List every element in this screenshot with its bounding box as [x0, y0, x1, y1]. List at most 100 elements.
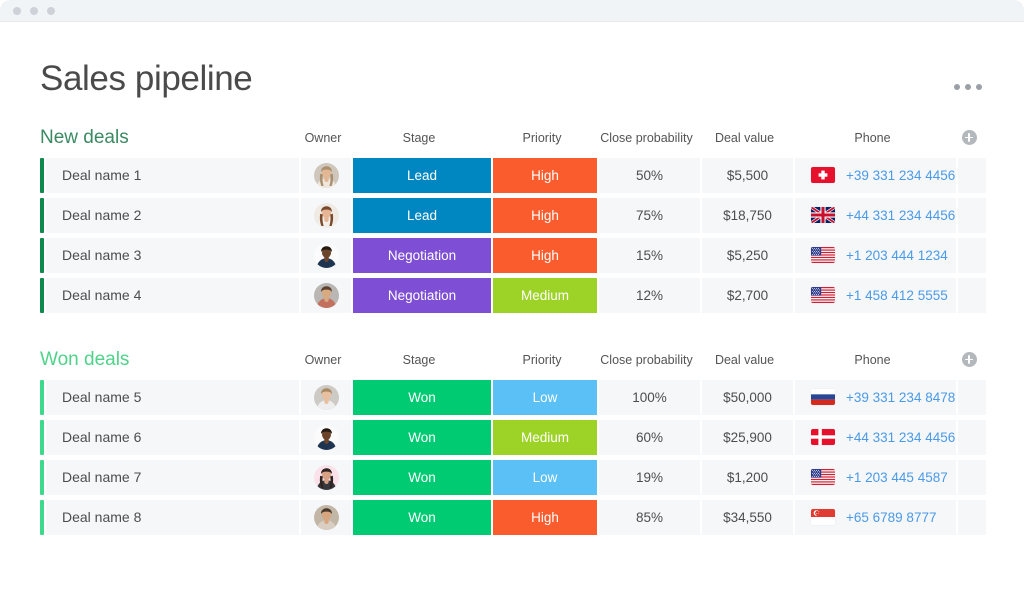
- cell-owner[interactable]: [301, 419, 351, 455]
- cell-phone[interactable]: +39 331 234 8478: [795, 379, 956, 415]
- avatar: [313, 202, 339, 228]
- cell-deal-name[interactable]: Deal name 2: [46, 197, 299, 233]
- maximize-icon[interactable]: [47, 6, 55, 15]
- cell-close-probability[interactable]: 100%: [599, 379, 700, 415]
- cell-owner[interactable]: [301, 379, 351, 415]
- cell-row-end-spacer: [958, 277, 986, 313]
- phone-number-link[interactable]: +1 203 444 1234: [846, 248, 948, 263]
- row-accent-bar: [40, 157, 44, 193]
- cell-deal-value[interactable]: $18,750: [702, 197, 793, 233]
- phone-number-link[interactable]: +44 331 234 4456: [846, 208, 955, 223]
- cell-deal-value[interactable]: $25,900: [702, 419, 793, 455]
- table-row[interactable]: Deal name 2 Lead High 75% $18,750 +44 331 234…: [40, 197, 986, 233]
- column-headers: Owner Stage Priority Close probability Deal …: [297, 130, 984, 145]
- cell-priority[interactable]: High: [493, 157, 597, 193]
- add-column-button[interactable]: [954, 352, 984, 367]
- close-icon[interactable]: [13, 6, 21, 15]
- cell-phone[interactable]: +1 203 444 1234: [795, 237, 956, 273]
- cell-deal-name[interactable]: Deal name 4: [46, 277, 299, 313]
- cell-stage[interactable]: Negotiation: [353, 237, 491, 273]
- cell-priority[interactable]: Low: [493, 459, 597, 495]
- cell-phone[interactable]: +1 203 445 4587: [795, 459, 956, 495]
- cell-phone[interactable]: +39 331 234 4456: [795, 157, 956, 193]
- column-header-stage: Stage: [402, 130, 436, 145]
- cell-stage[interactable]: Won: [353, 379, 491, 415]
- cell-stage[interactable]: Negotiation: [353, 277, 491, 313]
- united-kingdom-flag: [811, 207, 835, 223]
- cell-priority[interactable]: High: [493, 237, 597, 273]
- table-row[interactable]: Deal name 1 Lead High 50% $5,500 +39 331 234 …: [40, 157, 986, 193]
- cell-deal-value[interactable]: $5,500: [702, 157, 793, 193]
- plus-icon: [961, 352, 977, 367]
- cell-deal-value[interactable]: $2,700: [702, 277, 793, 313]
- cell-stage[interactable]: Won: [353, 419, 491, 455]
- column-header-owner: Owner: [304, 352, 342, 367]
- cell-owner[interactable]: [301, 277, 351, 313]
- phone-number-link[interactable]: +39 331 234 4456: [846, 168, 955, 183]
- cell-stage[interactable]: Lead: [353, 197, 491, 233]
- cell-phone[interactable]: +1 458 412 5555: [795, 277, 956, 313]
- row-accent-bar: [40, 499, 44, 535]
- cell-owner[interactable]: [301, 197, 351, 233]
- add-column-button[interactable]: [954, 130, 984, 145]
- cell-phone[interactable]: +44 331 234 4456: [795, 197, 956, 233]
- table-row[interactable]: Deal name 3 Negotiation High 15% $5,250 +1 20…: [40, 237, 986, 273]
- cell-deal-name[interactable]: Deal name 5: [46, 379, 299, 415]
- window-titlebar: [0, 0, 1024, 22]
- cell-phone[interactable]: +44 331 234 4456: [795, 419, 956, 455]
- cell-priority[interactable]: High: [493, 197, 597, 233]
- cell-priority[interactable]: Medium: [493, 419, 597, 455]
- section-title[interactable]: Won deals: [40, 349, 129, 371]
- table-row[interactable]: Deal name 5 Won Low 100% $50,000 +39 331 234 …: [40, 379, 986, 415]
- united-states-flag: [811, 247, 835, 263]
- section-rows: Deal name 5 Won Low 100% $50,000 +39 331 234 …: [40, 379, 986, 535]
- cell-row-end-spacer: [958, 499, 986, 535]
- cell-close-probability[interactable]: 12%: [599, 277, 700, 313]
- cell-stage[interactable]: Won: [353, 499, 491, 535]
- cell-deal-value[interactable]: $5,250: [702, 237, 793, 273]
- table-row[interactable]: Deal name 4 Negotiation Medium 12% $2,700 +1 …: [40, 277, 986, 313]
- cell-close-probability[interactable]: 19%: [599, 459, 700, 495]
- phone-number-link[interactable]: +44 331 234 4456: [846, 430, 955, 445]
- cell-priority[interactable]: Low: [493, 379, 597, 415]
- minimize-icon[interactable]: [30, 6, 38, 15]
- cell-deal-name[interactable]: Deal name 1: [46, 157, 299, 193]
- cell-stage[interactable]: Won: [353, 459, 491, 495]
- phone-number-link[interactable]: +1 203 445 4587: [846, 470, 948, 485]
- cell-stage[interactable]: Lead: [353, 157, 491, 193]
- cell-owner[interactable]: [301, 157, 351, 193]
- row-accent-bar: [40, 237, 44, 273]
- cell-close-probability[interactable]: 75%: [599, 197, 700, 233]
- cell-deal-value[interactable]: $34,550: [702, 499, 793, 535]
- cell-priority[interactable]: High: [493, 499, 597, 535]
- table-row[interactable]: Deal name 7 Won Low 19% $1,200 +1 203 445 458…: [40, 459, 986, 495]
- more-options-button[interactable]: [950, 80, 986, 94]
- phone-number-link[interactable]: +65 6789 8777: [846, 510, 936, 525]
- cell-close-probability[interactable]: 50%: [599, 157, 700, 193]
- cell-owner[interactable]: [301, 499, 351, 535]
- cell-deal-name[interactable]: Deal name 7: [46, 459, 299, 495]
- cell-deal-value[interactable]: $50,000: [702, 379, 793, 415]
- cell-owner[interactable]: [301, 237, 351, 273]
- table-row[interactable]: Deal name 6 Won Medium 60% $25,900 +44 331 23…: [40, 419, 986, 455]
- section-title[interactable]: New deals: [40, 127, 129, 149]
- cell-deal-name[interactable]: Deal name 6: [46, 419, 299, 455]
- column-header-owner: Owner: [304, 130, 342, 145]
- phone-number-link[interactable]: +39 331 234 8478: [846, 390, 955, 405]
- table-row[interactable]: Deal name 8 Won High 85% $34,550 +65 6789 877…: [40, 499, 986, 535]
- column-header-priority: Priority: [522, 352, 562, 367]
- cell-close-probability[interactable]: 85%: [599, 499, 700, 535]
- cell-priority[interactable]: Medium: [493, 277, 597, 313]
- cell-close-probability[interactable]: 15%: [599, 237, 700, 273]
- column-header-priority: Priority: [522, 130, 562, 145]
- cell-deal-value[interactable]: $1,200: [702, 459, 793, 495]
- phone-number-link[interactable]: +1 458 412 5555: [846, 288, 948, 303]
- cell-owner[interactable]: [301, 459, 351, 495]
- cell-phone[interactable]: +65 6789 8777: [795, 499, 956, 535]
- cell-close-probability[interactable]: 60%: [599, 419, 700, 455]
- cell-deal-name[interactable]: Deal name 8: [46, 499, 299, 535]
- cell-deal-name[interactable]: Deal name 3: [46, 237, 299, 273]
- cell-row-end-spacer: [958, 379, 986, 415]
- united-states-flag: [811, 469, 835, 485]
- row-accent-bar: [40, 197, 44, 233]
